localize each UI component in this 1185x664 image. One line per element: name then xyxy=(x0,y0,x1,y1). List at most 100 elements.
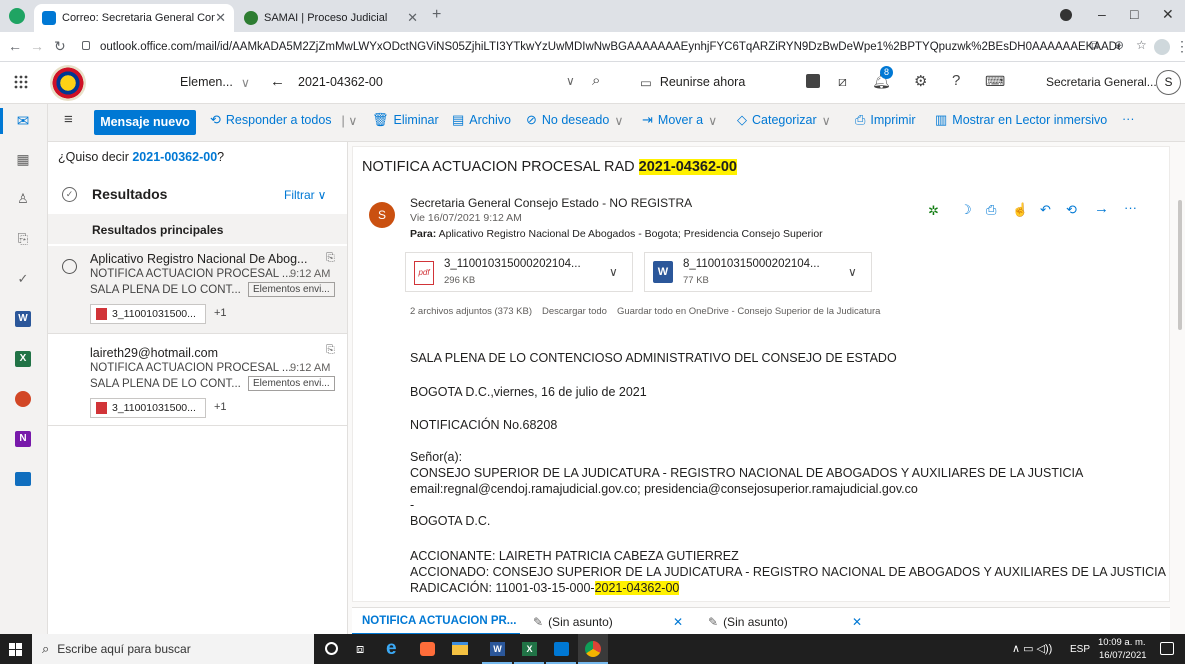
attachment-card[interactable]: W 8_110010315000202104... 77 KB ∨ xyxy=(644,252,872,292)
forward-icon[interactable]: → xyxy=(30,38,44,54)
search-input[interactable]: 2021-04362-00 xyxy=(298,75,383,89)
taskbar-search-box[interactable]: ⌕ Escribe aquí para buscar xyxy=(32,634,314,664)
browser-tab-samai[interactable]: SAMAI | Proceso Judicial ✕ xyxy=(236,4,426,32)
more-attachments-count[interactable]: +1 xyxy=(214,307,227,319)
close-window-icon[interactable]: ✕ xyxy=(1162,6,1174,23)
account-avatar[interactable]: S xyxy=(1156,70,1181,95)
reply-all-icon[interactable]: ⟲ xyxy=(1066,202,1077,218)
todo-check-icon[interactable]: ✓ xyxy=(12,268,34,290)
reply-all-button[interactable]: ⟲ Responder a todos | ∨ xyxy=(210,112,357,128)
mail-icon[interactable]: ✉ xyxy=(12,110,34,132)
attachment-chip[interactable]: 3_11001031500... xyxy=(90,304,206,324)
list-item[interactable]: laireth29@hotmail.com ⎘ NOTIFICA ACTUACI… xyxy=(48,336,347,426)
account-name[interactable]: Secretaria General... xyxy=(1046,75,1157,89)
print-icon[interactable]: ⎙ xyxy=(986,202,996,218)
system-tray-icons[interactable]: ∧ ▭ ◁)) xyxy=(1012,642,1052,655)
new-tab-button[interactable]: + xyxy=(432,6,441,24)
draft-tab[interactable]: ✎ (Sin asunto) ✕ xyxy=(702,608,872,635)
chrome-menu-icon[interactable]: ⋮ xyxy=(1175,38,1185,55)
edge-icon[interactable]: e xyxy=(386,638,397,660)
search-icon[interactable]: ⌕ xyxy=(592,72,600,89)
cortana-icon[interactable] xyxy=(325,642,338,655)
dark-mode-icon[interactable]: ☽ xyxy=(960,202,972,218)
did-you-mean-term[interactable]: 2021-00362-00 xyxy=(132,150,217,164)
excel-taskbar-icon[interactable]: X xyxy=(514,634,544,664)
immersive-reader-button[interactable]: ▥ Mostrar en Lector inmersivo xyxy=(935,112,1107,128)
profile-icon[interactable] xyxy=(1060,9,1072,21)
delete-button[interactable]: 🗑︎ Eliminar xyxy=(372,112,439,128)
file-explorer-icon[interactable] xyxy=(452,642,468,655)
draft-tab-active[interactable]: NOTIFICA ACTUACION PR... xyxy=(352,608,520,635)
teams-icon[interactable] xyxy=(806,74,820,88)
attachment-options-chevron-icon[interactable]: ∨ xyxy=(609,265,618,279)
word-icon[interactable]: W xyxy=(12,308,34,330)
categorize-button[interactable]: ◇ Categorizar ∨ xyxy=(737,112,831,128)
language-indicator[interactable]: ESP xyxy=(1070,644,1090,655)
reply-icon[interactable]: ↶ xyxy=(1040,202,1051,218)
search-options-chevron-icon[interactable]: ∨ xyxy=(566,74,575,88)
clock-date[interactable]: 16/07/2021 xyxy=(1099,650,1147,661)
close-draft-icon[interactable]: ✕ xyxy=(673,615,683,629)
help-icon[interactable]: ? xyxy=(952,72,960,89)
clock-time[interactable]: 10:09 a. m. xyxy=(1098,637,1146,648)
archive-button[interactable]: ▤ Archivo xyxy=(452,112,511,128)
select-checkbox[interactable] xyxy=(62,259,77,274)
calendar-icon[interactable]: ▦ xyxy=(12,148,34,170)
settings-gear-icon[interactable]: ⚙ xyxy=(914,72,927,90)
outlook-taskbar-icon[interactable] xyxy=(546,634,576,664)
more-actions-button[interactable]: ··· xyxy=(1122,112,1135,126)
back-icon[interactable]: ← xyxy=(8,38,22,54)
print-button[interactable]: ⎙ Imprimir xyxy=(855,112,916,128)
close-draft-icon[interactable]: ✕ xyxy=(852,615,862,629)
task-view-icon[interactable]: ⧈ xyxy=(356,641,364,657)
attachment-card[interactable]: pdf 3_110010315000202104... 296 KB ∨ xyxy=(405,252,633,292)
excel-icon[interactable]: X xyxy=(12,348,34,370)
save-onedrive-link[interactable]: Guardar todo en OneDrive - Consejo Super… xyxy=(617,306,881,317)
yammer-icon[interactable] xyxy=(12,468,34,490)
junk-button[interactable]: ⊘ No deseado ∨ xyxy=(526,112,623,128)
profile-avatar-icon[interactable] xyxy=(1154,39,1170,55)
address-bar[interactable]: outlook.office.com/mail/id/AAMkADA5M2ZjZ… xyxy=(100,37,1120,57)
hamburger-menu-icon[interactable]: ≡ xyxy=(64,111,73,128)
app-launcher-icon[interactable] xyxy=(14,75,28,89)
minimize-icon[interactable]: – xyxy=(1098,6,1106,22)
select-all-checkbox[interactable]: ✓ xyxy=(62,187,77,202)
apps-icon[interactable]: ✲ xyxy=(928,203,939,219)
close-tab-icon[interactable]: ✕ xyxy=(407,10,418,26)
sender-avatar[interactable]: S xyxy=(369,202,395,228)
todo-icon[interactable]: ⧄ xyxy=(838,73,847,90)
move-to-button[interactable]: ⇥ Mover a ∨ xyxy=(642,112,717,128)
feedback-icon[interactable]: ⌨ xyxy=(985,73,1005,90)
sender-name[interactable]: Secretaria General Consejo Estado - NO R… xyxy=(410,196,692,210)
filter-button[interactable]: Filtrar ∨ xyxy=(284,188,326,202)
meet-now-button[interactable]: ▭ Reunirse ahora xyxy=(640,75,745,90)
did-you-mean[interactable]: ¿Quiso decir 2021-00362-00? xyxy=(58,150,224,164)
word-taskbar-icon[interactable]: W xyxy=(482,634,512,664)
maximize-icon[interactable]: □ xyxy=(1130,6,1138,22)
attachment-chip[interactable]: 3_11001031500... xyxy=(90,398,206,418)
bookmark-star-icon[interactable]: ☆ xyxy=(1136,38,1147,52)
like-icon[interactable]: ☝ xyxy=(1012,202,1028,218)
new-message-button[interactable]: Mensaje nuevo xyxy=(94,110,196,135)
attachments-icon[interactable]: ⎘ xyxy=(12,228,34,250)
attachment-options-chevron-icon[interactable]: ∨ xyxy=(848,265,857,279)
draft-tab[interactable]: ✎ (Sin asunto) ✕ xyxy=(527,608,697,635)
chrome-taskbar-icon[interactable] xyxy=(578,634,608,664)
people-icon[interactable]: ♙ xyxy=(12,188,34,210)
app-icon[interactable] xyxy=(420,642,435,656)
reading-scrollbar[interactable] xyxy=(1178,200,1182,330)
more-options-icon[interactable]: ··· xyxy=(1124,200,1137,215)
windows-start-icon[interactable] xyxy=(9,643,22,656)
reload-icon[interactable]: ↻ xyxy=(54,38,66,55)
notification-center-icon[interactable] xyxy=(1160,642,1174,655)
browser-tab-outlook[interactable]: Correo: Secretaria General Conse ✕ xyxy=(34,4,234,32)
forward-icon[interactable]: → xyxy=(1094,200,1109,217)
onenote-icon[interactable]: N xyxy=(12,428,34,450)
chrome-menu-icon[interactable] xyxy=(9,8,25,24)
close-tab-icon[interactable]: ✕ xyxy=(215,10,226,26)
download-all-link[interactable]: Descargar todo xyxy=(542,306,607,317)
powerpoint-icon[interactable] xyxy=(12,388,34,410)
search-back-icon[interactable]: ← xyxy=(270,73,285,90)
search-scope-dropdown[interactable]: Elemen... ∨ xyxy=(180,75,250,90)
list-item[interactable]: Aplicativo Registro Nacional De Abog... … xyxy=(48,246,347,334)
